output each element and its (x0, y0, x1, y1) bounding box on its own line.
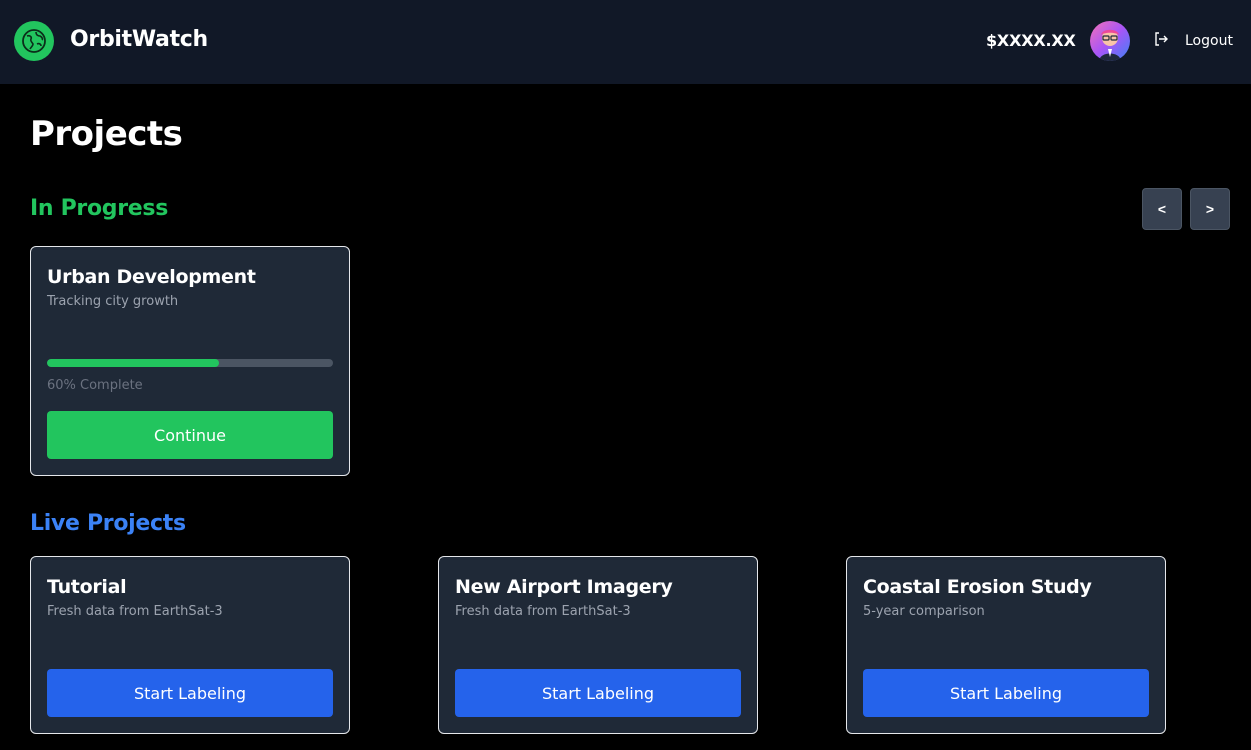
globe-icon[interactable] (14, 21, 54, 61)
in-progress-heading: In Progress (30, 196, 169, 221)
project-card-live: Coastal Erosion Study 5-year comparison … (846, 556, 1166, 734)
start-labeling-button[interactable]: Start Labeling (863, 669, 1149, 717)
start-labeling-button[interactable]: Start Labeling (47, 669, 333, 717)
user-avatar[interactable] (1090, 21, 1130, 61)
project-title: New Airport Imagery (455, 576, 673, 598)
project-subtitle: Tracking city growth (47, 294, 179, 309)
project-subtitle: Fresh data from EarthSat-3 (455, 604, 631, 619)
brand-name[interactable]: OrbitWatch (70, 27, 208, 52)
project-title: Tutorial (47, 576, 127, 598)
project-title: Coastal Erosion Study (863, 576, 1092, 598)
continue-button[interactable]: Continue (47, 411, 333, 459)
project-card-live: Tutorial Fresh data from EarthSat-3 Star… (30, 556, 350, 734)
logout-label: Logout (1185, 33, 1233, 49)
live-projects-heading: Live Projects (30, 511, 186, 536)
project-subtitle: 5-year comparison (863, 604, 985, 619)
progress-bar (47, 359, 333, 367)
project-card-in-progress: Urban Development Tracking city growth 6… (30, 246, 350, 476)
progress-bar-fill (47, 359, 219, 367)
carousel-next-button[interactable]: > (1190, 188, 1230, 230)
project-title: Urban Development (47, 266, 256, 288)
account-balance: $XXXX.XX (986, 31, 1076, 50)
project-card-live: New Airport Imagery Fresh data from Eart… (438, 556, 758, 734)
top-navbar: OrbitWatch $XXXX.XX Logout (0, 0, 1251, 84)
page-title: Projects (30, 114, 183, 154)
progress-label: 60% Complete (47, 378, 143, 393)
start-labeling-button[interactable]: Start Labeling (455, 669, 741, 717)
project-subtitle: Fresh data from EarthSat-3 (47, 604, 223, 619)
carousel-prev-button[interactable]: < (1142, 188, 1182, 230)
logout-button[interactable]: Logout (1153, 31, 1233, 51)
logout-icon (1153, 31, 1169, 51)
